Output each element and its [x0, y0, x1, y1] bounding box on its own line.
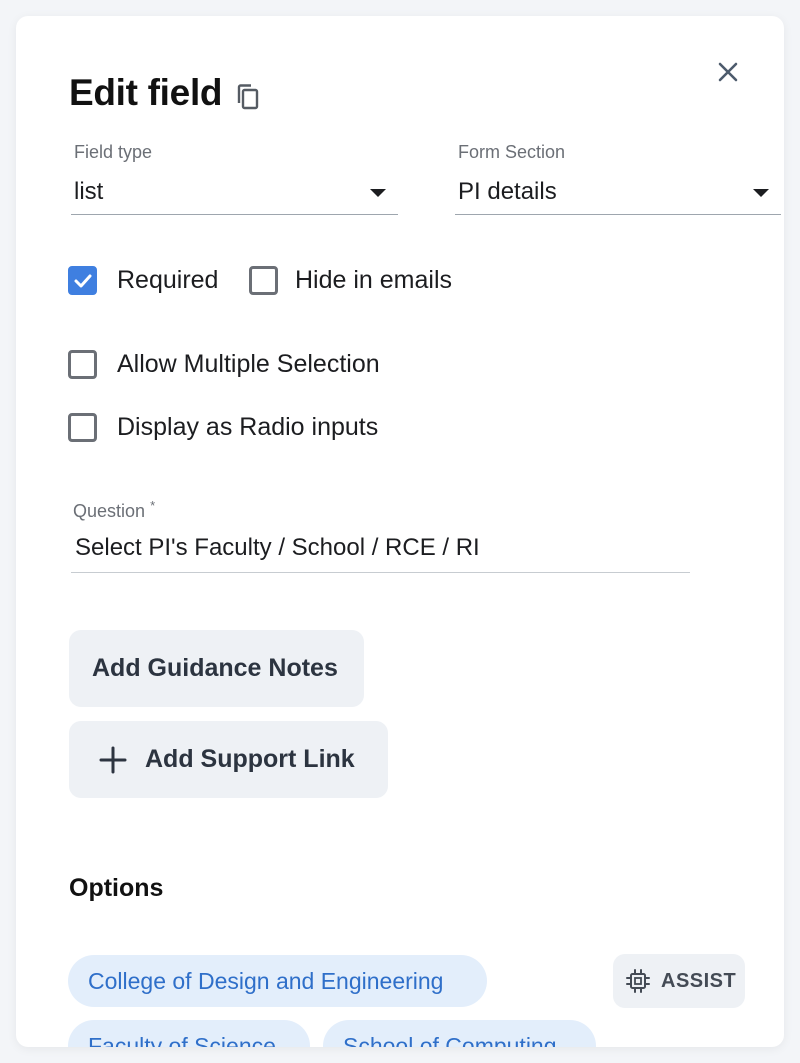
question-underline [71, 572, 690, 573]
field-type-label: Field type [74, 142, 153, 162]
display-radio-checkbox-row[interactable]: Display as Radio inputs [68, 413, 378, 442]
allow-multiple-checkbox[interactable] [68, 350, 97, 379]
edit-field-dialog: Edit field Field type list Form Section … [16, 16, 784, 1047]
question-field[interactable]: Question * [71, 498, 690, 578]
chevron-down-icon [753, 189, 769, 197]
add-guidance-notes-button[interactable]: Add Guidance Notes [69, 630, 364, 707]
required-marker: * [150, 498, 156, 513]
required-label: Required [117, 266, 219, 294]
form-section-select[interactable]: Form Section PI details [455, 142, 781, 222]
add-guidance-notes-label: Add Guidance Notes [92, 654, 338, 682]
field-type-underline [71, 214, 398, 215]
question-label-text: Question [73, 501, 146, 521]
dialog-title: Edit field [69, 72, 223, 113]
hide-in-emails-label: Hide in emails [295, 266, 453, 294]
hide-in-emails-checkbox-row[interactable]: Hide in emails [249, 266, 452, 295]
close-button[interactable] [712, 56, 744, 88]
question-input[interactable] [75, 534, 675, 562]
assist-button[interactable]: ASSIST [613, 954, 745, 1008]
option-chip[interactable]: School of Computing [323, 1020, 596, 1047]
close-icon [718, 62, 738, 82]
copy-icon[interactable] [234, 82, 262, 112]
add-support-link-button[interactable]: Add Support Link [69, 721, 388, 798]
option-chip[interactable]: College of Design and Engineering [68, 955, 487, 1007]
plus-icon [99, 746, 127, 773]
add-support-link-label: Add Support Link [145, 745, 355, 773]
required-checkbox-row[interactable]: Required [68, 266, 218, 295]
form-section-value: PI details [458, 178, 557, 205]
question-label: Question * [73, 498, 155, 522]
display-radio-label: Display as Radio inputs [117, 413, 379, 441]
chip-icon [626, 969, 650, 993]
assist-label: ASSIST [661, 969, 737, 992]
field-type-value: list [74, 178, 104, 205]
required-checkbox[interactable] [68, 266, 97, 295]
chevron-down-icon [370, 189, 386, 197]
allow-multiple-label: Allow Multiple Selection [117, 350, 380, 378]
form-section-label: Form Section [458, 142, 566, 162]
hide-in-emails-checkbox[interactable] [249, 266, 278, 295]
title-row: Edit field [69, 72, 262, 114]
form-section-underline [455, 214, 781, 215]
option-chip[interactable]: Faculty of Science [68, 1020, 310, 1047]
check-icon [74, 274, 91, 287]
field-type-select[interactable]: Field type list [71, 142, 398, 222]
display-radio-checkbox[interactable] [68, 413, 97, 442]
options-heading: Options [69, 874, 164, 902]
allow-multiple-checkbox-row[interactable]: Allow Multiple Selection [68, 350, 380, 379]
